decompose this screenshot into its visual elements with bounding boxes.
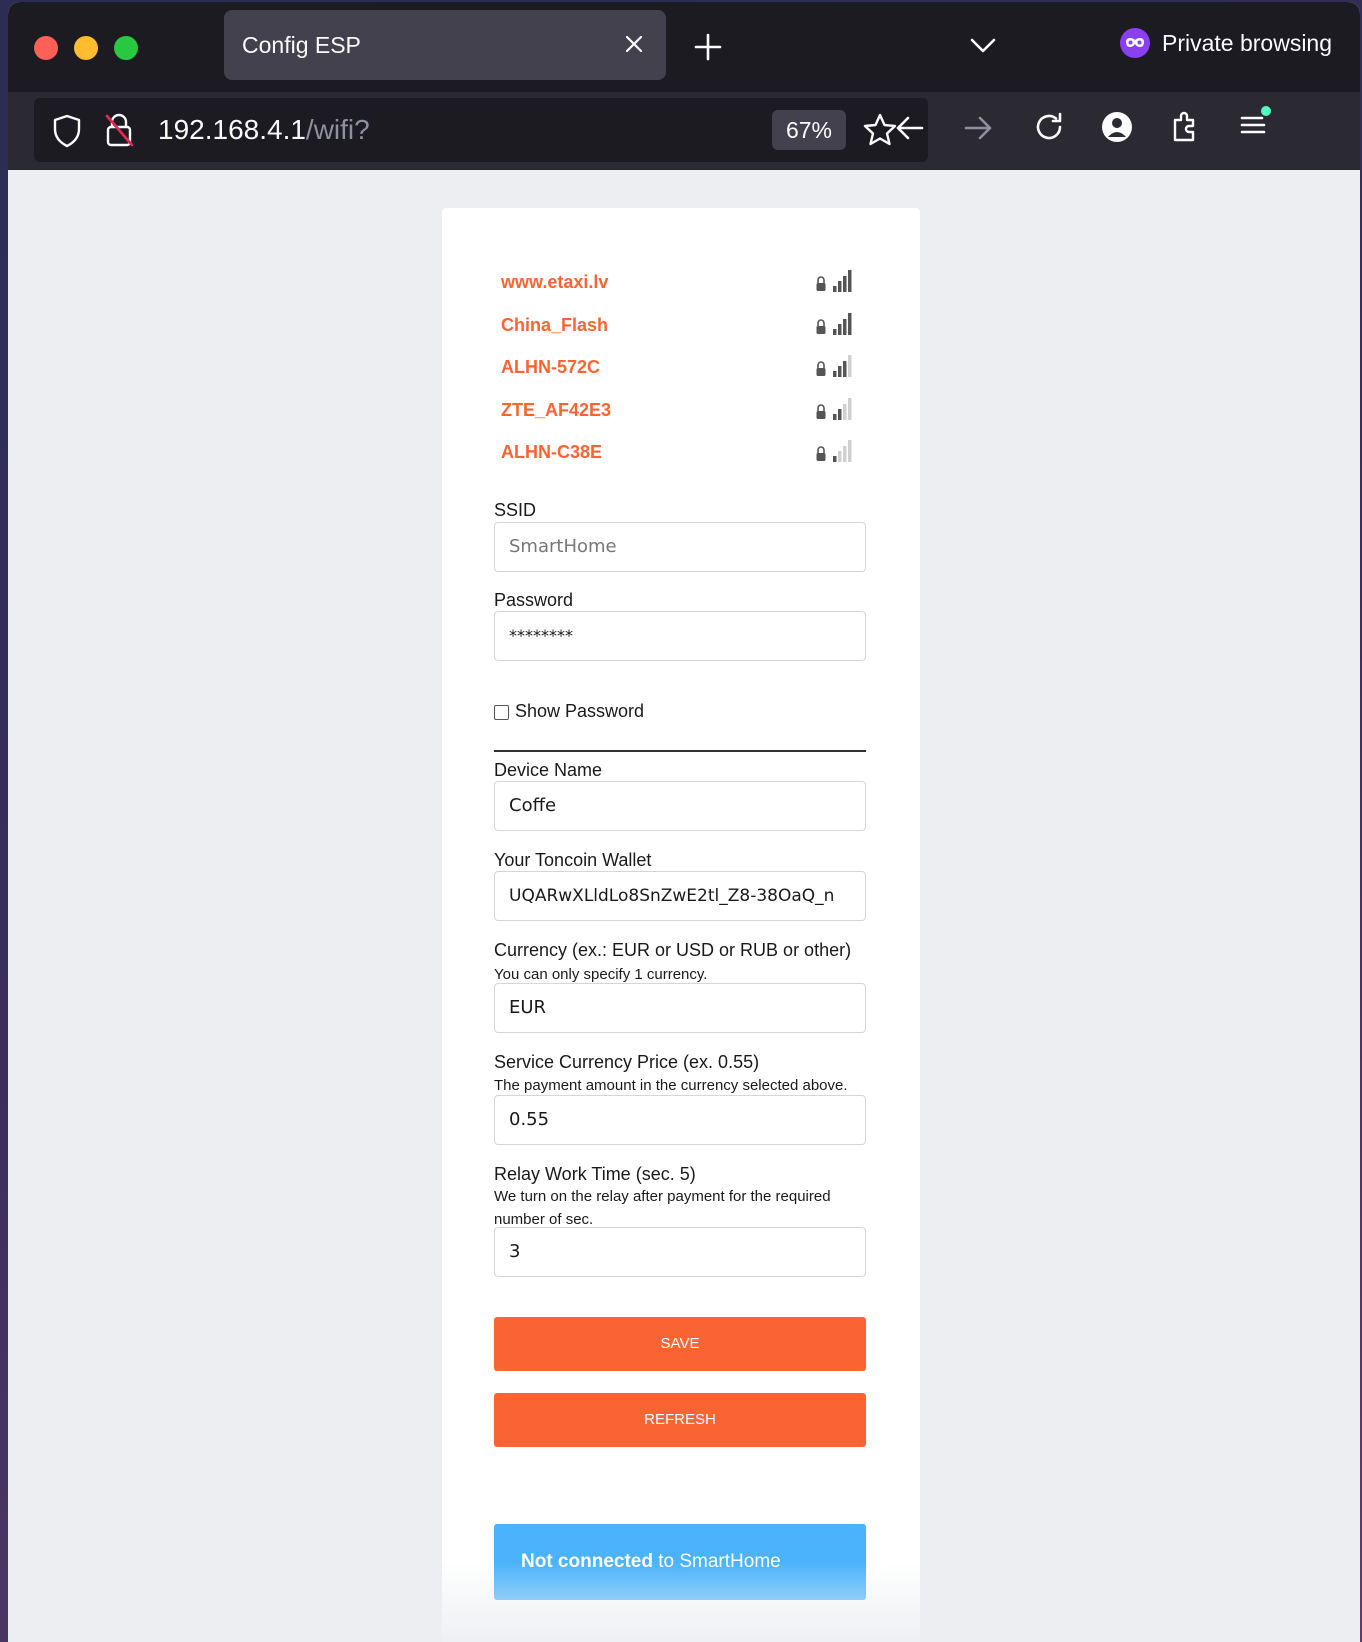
network-ssid[interactable]: ZTE_AF42E3 — [501, 400, 611, 421]
lock-signal-icon — [816, 313, 852, 335]
lock-signal-icon — [816, 398, 852, 420]
status-rest: to SmartHome — [652, 1551, 781, 1572]
navigation-toolbar: 192.168.4.1/wifi? 67% — [8, 92, 1360, 170]
show-password-label[interactable]: Show Password — [515, 701, 644, 722]
password-label: Password — [494, 590, 574, 610]
browser-window: Config ESP Private browsing 192.168.4.1/… — [8, 2, 1360, 1642]
network-ssid[interactable]: ALHN-C38E — [501, 442, 602, 463]
private-browsing-indicator: Private browsing — [1120, 28, 1332, 58]
url-path: /wifi? — [305, 114, 370, 145]
network-item[interactable]: China_Flash — [501, 311, 855, 341]
private-mask-icon — [1120, 28, 1150, 58]
network-item[interactable]: ALHN-572C — [501, 353, 855, 383]
url-bar[interactable]: 192.168.4.1/wifi? 67% — [34, 98, 928, 162]
new-tab-icon[interactable] — [693, 32, 723, 62]
price-input[interactable]: 0.55 — [494, 1095, 866, 1145]
network-item[interactable]: www.etaxi.lv — [501, 268, 855, 298]
page-viewport: www.etaxi.lv China_Flash ALHN-572C ZTE_A… — [8, 170, 1360, 1642]
minimize-window-button[interactable] — [74, 36, 98, 60]
connection-status: Not connected to SmartHome — [494, 1524, 866, 1600]
device-name-label: Device Name — [494, 760, 603, 780]
menu-icon[interactable] — [1238, 104, 1274, 144]
private-browsing-label: Private browsing — [1162, 29, 1333, 56]
save-button[interactable]: SAVE — [494, 1317, 866, 1371]
relay-hint: We turn on the relay after payment for t… — [494, 1188, 831, 1228]
refresh-button[interactable]: REFRESH — [494, 1393, 866, 1447]
back-arrow-icon[interactable] — [894, 112, 926, 144]
active-tab[interactable]: Config ESP — [224, 10, 666, 80]
close-window-button[interactable] — [34, 36, 58, 60]
bookmark-star-icon[interactable] — [862, 112, 898, 148]
chevron-down-icon[interactable] — [968, 32, 998, 58]
show-password-checkbox[interactable] — [494, 705, 509, 720]
url-text[interactable]: 192.168.4.1/wifi? — [158, 114, 370, 146]
wallet-input[interactable]: UQARwXLldLo8SnZwE2tl_Z8-38OaQ_n — [494, 871, 866, 921]
currency-label: Currency (ex.: EUR or USD or RUB or othe… — [494, 940, 852, 960]
ssid-input[interactable]: SmartHome — [494, 522, 866, 572]
reload-icon[interactable] — [1032, 110, 1066, 144]
network-item[interactable]: ZTE_AF42E3 — [501, 396, 855, 426]
password-input[interactable]: ******** — [494, 611, 866, 661]
extensions-icon[interactable] — [1170, 108, 1202, 144]
relay-input[interactable]: 3 — [494, 1227, 866, 1277]
currency-input[interactable]: EUR — [494, 983, 866, 1033]
forward-arrow-icon[interactable] — [962, 112, 994, 144]
config-card: www.etaxi.lv China_Flash ALHN-572C ZTE_A… — [442, 208, 920, 1642]
device-name-input[interactable]: Coffe — [494, 781, 866, 831]
network-ssid[interactable]: China_Flash — [501, 315, 608, 336]
lock-signal-icon — [816, 355, 852, 377]
maximize-window-button[interactable] — [114, 36, 138, 60]
tab-close-icon[interactable] — [620, 30, 648, 58]
wallet-label: Your Toncoin Wallet — [494, 850, 652, 870]
relay-label: Relay Work Time (sec. 5) — [494, 1164, 696, 1184]
status-bold: Not connected — [521, 1551, 653, 1572]
section-divider — [494, 750, 866, 752]
network-ssid[interactable]: www.etaxi.lv — [501, 272, 608, 293]
account-icon[interactable] — [1100, 110, 1134, 144]
ssid-label: SSID — [494, 500, 537, 520]
lock-signal-icon — [816, 440, 852, 462]
insecure-lock-icon[interactable] — [104, 112, 134, 148]
network-ssid[interactable]: ALHN-572C — [501, 357, 600, 378]
price-hint: The payment amount in the currency selec… — [494, 1077, 848, 1094]
shield-icon[interactable] — [52, 114, 82, 148]
network-item[interactable]: ALHN-C38E — [501, 438, 855, 468]
lock-signal-icon — [816, 270, 852, 292]
url-host: 192.168.4.1 — [158, 114, 306, 145]
tab-title: Config ESP — [242, 32, 361, 58]
title-bar: Config ESP Private browsing — [8, 2, 1360, 92]
zoom-indicator[interactable]: 67% — [772, 110, 846, 150]
price-label: Service Currency Price (ex. 0.55) — [494, 1052, 760, 1072]
